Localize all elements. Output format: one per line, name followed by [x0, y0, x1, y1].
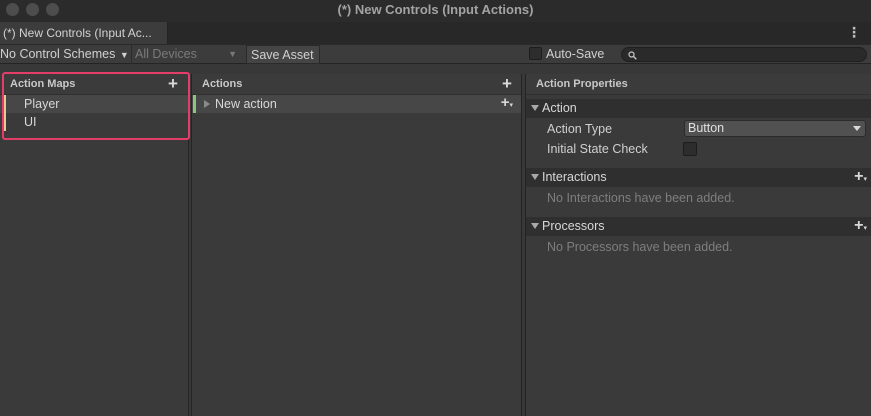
action-marker	[193, 95, 196, 113]
auto-save-label: Auto-Save	[546, 47, 605, 61]
action-map-item-player[interactable]: Player	[0, 95, 188, 113]
processors-section-header[interactable]: Processors +▾	[526, 217, 871, 236]
interactions-section-label: Interactions	[542, 170, 607, 184]
actions-panel: Actions + New action +▾	[191, 74, 522, 416]
devices-dropdown[interactable]: All Devices ▼	[131, 45, 243, 64]
caret-down-icon	[853, 126, 861, 131]
action-map-marker	[3, 95, 6, 113]
add-processor-icon[interactable]: +▾	[854, 216, 867, 238]
action-map-item-ui[interactable]: UI	[0, 113, 188, 131]
search-input[interactable]	[621, 47, 867, 62]
action-section-header[interactable]: Action	[526, 99, 871, 118]
save-asset-button[interactable]: Save Asset	[246, 45, 320, 64]
action-properties-header: Action Properties	[526, 74, 871, 95]
collapse-arrow-icon	[531, 105, 539, 111]
add-action-map-icon[interactable]: +	[168, 74, 178, 93]
action-properties-title: Action Properties	[536, 78, 628, 90]
action-map-marker	[3, 113, 6, 131]
processors-section-label: Processors	[542, 219, 605, 233]
tab-strip: (*) New Controls (Input Ac... ⋮	[0, 22, 871, 44]
action-map-label: Player	[24, 97, 60, 111]
search-icon	[628, 49, 637, 63]
action-type-label: Action Type	[547, 122, 613, 136]
interactions-empty-message: No Interactions have been added.	[547, 191, 735, 205]
window-title-bar: (*) New Controls (Input Actions)	[0, 0, 871, 22]
control-schemes-dropdown[interactable]: No Control Schemes ▼	[0, 45, 130, 64]
tab-new-controls[interactable]: (*) New Controls (Input Ac...	[0, 22, 168, 44]
window-title: (*) New Controls (Input Actions)	[337, 2, 534, 17]
add-action-icon[interactable]: +	[502, 74, 512, 93]
action-maps-panel: Action Maps + Player UI	[0, 74, 189, 416]
interactions-section-header[interactable]: Interactions +▾	[526, 168, 871, 187]
add-binding-icon[interactable]: +▾	[501, 94, 513, 115]
action-item-new-action[interactable]: New action +▾	[192, 94, 521, 115]
action-maps-header: Action Maps	[0, 74, 188, 95]
actions-title: Actions	[202, 78, 243, 90]
toolbar: No Control Schemes ▼ All Devices ▼ Save …	[0, 44, 871, 64]
actions-header: Actions	[192, 74, 521, 95]
action-section-label: Action	[542, 101, 577, 115]
caret-down-icon: ▼	[228, 49, 237, 59]
action-properties-panel: Action Properties Action Action Type But…	[525, 74, 871, 416]
collapse-arrow-icon	[531, 174, 539, 180]
action-map-label: UI	[24, 115, 37, 129]
processors-empty-message: No Processors have been added.	[547, 240, 733, 254]
initial-state-check-checkbox[interactable]	[683, 142, 697, 156]
control-schemes-label: No Control Schemes	[0, 47, 116, 61]
auto-save-checkbox[interactable]	[529, 47, 542, 60]
vertical-ellipsis-icon[interactable]: ⋮	[847, 24, 861, 41]
expand-arrow-icon[interactable]	[204, 100, 210, 108]
action-label: New action	[215, 97, 277, 111]
devices-label: All Devices	[135, 47, 197, 61]
action-type-value: Button	[688, 121, 725, 135]
action-type-dropdown[interactable]: Button	[684, 120, 866, 137]
add-interaction-icon[interactable]: +▾	[854, 167, 867, 189]
caret-down-icon: ▼	[119, 50, 129, 60]
collapse-arrow-icon	[531, 223, 539, 229]
initial-state-check-label: Initial State Check	[547, 142, 648, 156]
action-maps-title: Action Maps	[10, 78, 76, 90]
